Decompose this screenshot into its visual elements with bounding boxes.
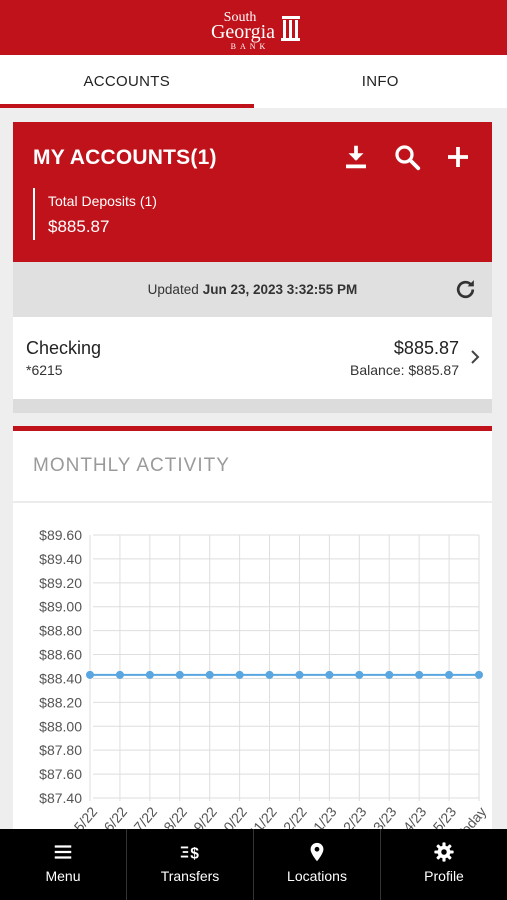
total-deposits[interactable]: Total Deposits (1) $885.87 bbox=[33, 188, 157, 240]
gear-icon bbox=[434, 842, 454, 862]
data-point bbox=[415, 670, 424, 679]
menu-icon bbox=[54, 845, 72, 859]
account-name: Checking bbox=[26, 338, 102, 358]
tab-accounts[interactable]: ACCOUNTS bbox=[0, 55, 254, 108]
data-point bbox=[265, 670, 274, 679]
data-point bbox=[445, 670, 454, 679]
chevron-right-icon bbox=[471, 350, 480, 364]
refresh-icon[interactable] bbox=[453, 277, 478, 302]
account-amount: $885.87 bbox=[393, 338, 459, 358]
search-icon[interactable] bbox=[392, 142, 422, 172]
y-tick-label: $88.60 bbox=[39, 647, 82, 663]
y-tick-label: $89.60 bbox=[39, 527, 82, 543]
tab-bar: ACCOUNTS INFO bbox=[0, 55, 507, 108]
data-point bbox=[175, 670, 184, 679]
y-tick-label: $88.80 bbox=[39, 623, 82, 639]
y-tick-label: $87.40 bbox=[39, 790, 82, 806]
updated-label: Updated bbox=[147, 282, 199, 297]
y-tick-label: $89.00 bbox=[39, 599, 82, 615]
my-accounts-card: MY ACCOUNTS(1) Total Deposits (1) $885.8… bbox=[13, 122, 492, 262]
nav-menu-label: Menu bbox=[45, 868, 81, 884]
nav-transfers-label: Transfers bbox=[160, 868, 220, 884]
bank-logo: South Georgia BANK bbox=[211, 10, 300, 50]
nav-locations[interactable]: Locations bbox=[253, 829, 380, 900]
svg-text:BANK: BANK bbox=[231, 42, 270, 50]
nav-locations-label: Locations bbox=[287, 868, 347, 884]
data-point bbox=[475, 670, 483, 679]
my-accounts-title: MY ACCOUNTS(1) bbox=[33, 146, 217, 169]
data-point bbox=[385, 670, 394, 679]
y-tick-label: $89.40 bbox=[39, 551, 82, 567]
y-tick-label: $88.40 bbox=[39, 670, 82, 686]
transfers-icon: $ bbox=[180, 845, 199, 862]
tab-info[interactable]: INFO bbox=[254, 55, 507, 108]
account-balance: Balance: $885.87 bbox=[350, 362, 459, 378]
data-point bbox=[235, 670, 244, 679]
total-deposits-label: Total Deposits (1) bbox=[48, 193, 157, 209]
data-point bbox=[145, 670, 154, 679]
data-point bbox=[115, 670, 124, 679]
nav-profile[interactable]: Profile bbox=[380, 829, 507, 900]
svg-text:Georgia: Georgia bbox=[211, 21, 275, 43]
data-point bbox=[295, 670, 304, 679]
nav-transfers[interactable]: $ Transfers bbox=[126, 829, 253, 900]
account-number: *6215 bbox=[26, 362, 63, 378]
plus-icon[interactable] bbox=[443, 142, 473, 172]
total-deposits-value: $885.87 bbox=[48, 217, 110, 236]
y-tick-label: $89.20 bbox=[39, 575, 82, 591]
data-point bbox=[86, 670, 94, 679]
header-bar: South Georgia BANK bbox=[0, 0, 507, 55]
y-tick-label: $87.60 bbox=[39, 766, 82, 782]
download-icon[interactable] bbox=[341, 142, 371, 172]
location-pin-icon bbox=[310, 842, 324, 862]
nav-menu[interactable]: Menu bbox=[0, 829, 126, 900]
nav-profile-label: Profile bbox=[424, 868, 464, 884]
y-tick-label: $87.80 bbox=[39, 742, 82, 758]
y-tick-label: $88.20 bbox=[39, 694, 82, 710]
y-tick-label: $88.00 bbox=[39, 718, 82, 734]
monthly-activity-chart: $89.60 $89.40 $89.20 $89.00 $88.80 $88.60 $88.… bbox=[39, 527, 489, 836]
card-footer-strip bbox=[13, 399, 492, 413]
bottom-nav: Menu $ Transfers Locations Profile bbox=[0, 829, 507, 900]
updated-datetime: Jun 23, 2023 3:32:55 PM bbox=[202, 282, 358, 297]
updated-bar: Updated Jun 23, 2023 3:32:55 PM bbox=[13, 262, 492, 317]
data-point bbox=[205, 670, 214, 679]
account-row-checking[interactable]: Checking *6215 $885.87 Balance: $885.87 bbox=[13, 317, 492, 399]
data-point bbox=[325, 670, 334, 679]
svg-text:$: $ bbox=[190, 845, 199, 862]
data-point bbox=[355, 670, 364, 679]
monthly-activity-panel: MONTHLY ACTIVITY $89.60 $89.40 $89.20 $89.0… bbox=[13, 426, 492, 836]
